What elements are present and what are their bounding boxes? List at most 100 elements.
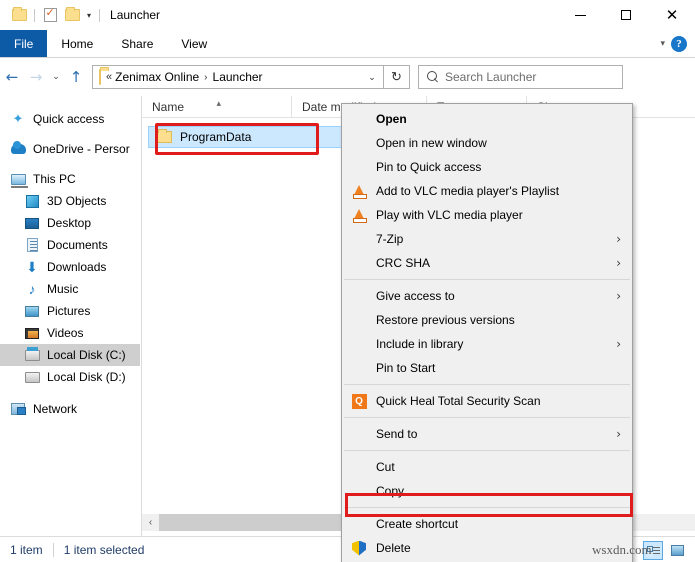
menu-item-delete[interactable]: Delete bbox=[342, 536, 632, 560]
breadcrumb[interactable]: « Zenimax Online › Launcher ⌄ bbox=[92, 65, 384, 89]
sidebar-item-desktop[interactable]: Desktop bbox=[0, 212, 140, 234]
sidebar-item-label: Pictures bbox=[47, 304, 90, 318]
qat-divider-1 bbox=[34, 9, 35, 22]
help-icon[interactable]: ? bbox=[671, 36, 687, 52]
sidebar-item-this-pc[interactable]: This PC bbox=[0, 168, 140, 190]
column-label: Name bbox=[152, 100, 184, 114]
tab-view[interactable]: View bbox=[167, 30, 221, 57]
breadcrumb-folder-icon bbox=[99, 70, 101, 84]
breadcrumb-dropdown-icon[interactable]: ⌄ bbox=[361, 72, 383, 83]
menu-item-include-in-library[interactable]: Include in library › bbox=[342, 332, 632, 356]
new-folder-icon[interactable] bbox=[61, 4, 83, 26]
large-icons-view-button[interactable] bbox=[667, 541, 687, 560]
column-header-name[interactable]: Name ▴ bbox=[142, 96, 292, 118]
menu-item-label: Include in library bbox=[376, 337, 463, 351]
refresh-button[interactable]: ↻ bbox=[384, 65, 410, 89]
menu-item-label: Open bbox=[376, 112, 407, 126]
sidebar-item-pictures[interactable]: Pictures bbox=[0, 300, 140, 322]
recent-locations-caret-icon[interactable]: ⌄ bbox=[48, 62, 64, 92]
menu-separator bbox=[344, 417, 630, 418]
cloud-icon bbox=[10, 141, 26, 157]
3d-objects-icon bbox=[24, 193, 40, 209]
menu-item-give-access-to[interactable]: Give access to › bbox=[342, 284, 632, 308]
menu-item-quick-heal-scan[interactable]: Q Quick Heal Total Security Scan bbox=[342, 389, 632, 413]
minimize-button[interactable] bbox=[557, 0, 603, 30]
sidebar-item-quick-access[interactable]: ✦ Quick access bbox=[0, 108, 140, 130]
tab-file[interactable]: File bbox=[0, 30, 47, 57]
menu-item-pin-to-quick-access[interactable]: Pin to Quick access bbox=[342, 155, 632, 179]
menu-separator bbox=[344, 384, 630, 385]
star-icon: ✦ bbox=[10, 111, 26, 127]
uac-shield-icon bbox=[351, 540, 367, 556]
menu-item-label: Play with VLC media player bbox=[376, 208, 523, 222]
tab-share[interactable]: Share bbox=[107, 30, 167, 57]
up-button[interactable]: ↑ bbox=[64, 62, 88, 92]
sidebar-item-documents[interactable]: Documents bbox=[0, 234, 140, 256]
menu-item-restore-previous-versions[interactable]: Restore previous versions bbox=[342, 308, 632, 332]
downloads-icon: ⬇ bbox=[24, 259, 40, 275]
menu-item-label: Cut bbox=[376, 460, 395, 474]
context-menu[interactable]: Open Open in new window Pin to Quick acc… bbox=[341, 103, 633, 562]
menu-item-send-to[interactable]: Send to › bbox=[342, 422, 632, 446]
breadcrumb-separator-icon: › bbox=[204, 72, 207, 83]
network-icon bbox=[10, 401, 26, 417]
menu-item-open-in-new-window[interactable]: Open in new window bbox=[342, 131, 632, 155]
address-bar: ← → ⌄ ↑ « Zenimax Online › Launcher ⌄ ↻ … bbox=[0, 58, 695, 96]
menu-item-crc-sha[interactable]: CRC SHA › bbox=[342, 251, 632, 275]
folder-icon[interactable] bbox=[8, 4, 30, 26]
menu-item-copy[interactable]: Copy bbox=[342, 479, 632, 503]
sidebar-item-label: Desktop bbox=[47, 216, 91, 230]
breadcrumb-overflow-icon[interactable]: « bbox=[106, 71, 112, 83]
pictures-icon bbox=[24, 303, 40, 319]
sidebar-item-local-disk-c[interactable]: Local Disk (C:) bbox=[0, 344, 140, 366]
status-item-count: 1 item bbox=[0, 543, 43, 557]
menu-item-play-with-vlc[interactable]: Play with VLC media player bbox=[342, 203, 632, 227]
back-button[interactable]: ← bbox=[0, 62, 24, 92]
menu-item-create-shortcut[interactable]: Create shortcut bbox=[342, 512, 632, 536]
menu-item-7-zip[interactable]: 7-Zip › bbox=[342, 227, 632, 251]
chevron-right-icon: › bbox=[616, 232, 621, 246]
menu-item-pin-to-start[interactable]: Pin to Start bbox=[342, 356, 632, 380]
title-bar: ▾ Launcher ✕ bbox=[0, 0, 695, 30]
menu-item-add-to-vlc-playlist[interactable]: Add to VLC media player's Playlist bbox=[342, 179, 632, 203]
sort-ascending-icon: ▴ bbox=[217, 92, 222, 114]
sidebar-item-label: Documents bbox=[47, 238, 108, 252]
music-icon: ♪ bbox=[24, 281, 40, 297]
menu-item-label: Delete bbox=[376, 541, 411, 555]
sidebar-item-label: Local Disk (C:) bbox=[47, 348, 126, 362]
sidebar-item-network[interactable]: Network bbox=[0, 398, 140, 420]
properties-icon[interactable] bbox=[39, 4, 61, 26]
sidebar-item-videos[interactable]: Videos bbox=[0, 322, 140, 344]
breadcrumb-item-launcher[interactable]: Launcher bbox=[213, 70, 263, 84]
navigation-pane: ✦ Quick access OneDrive - Persor This PC… bbox=[0, 96, 140, 536]
chevron-down-icon[interactable]: ▾ bbox=[660, 38, 665, 49]
menu-separator bbox=[344, 279, 630, 280]
status-divider bbox=[53, 543, 54, 557]
menu-item-label: Quick Heal Total Security Scan bbox=[376, 394, 541, 408]
breadcrumb-item-zenimax[interactable]: Zenimax Online bbox=[115, 70, 199, 84]
menu-item-cut[interactable]: Cut bbox=[342, 455, 632, 479]
tab-home[interactable]: Home bbox=[47, 30, 107, 57]
sidebar-item-music[interactable]: ♪ Music bbox=[0, 278, 140, 300]
close-button[interactable]: ✕ bbox=[649, 0, 695, 30]
sidebar-item-3d-objects[interactable]: 3D Objects bbox=[0, 190, 140, 212]
menu-item-open[interactable]: Open bbox=[342, 107, 632, 131]
folder-icon bbox=[157, 131, 172, 143]
search-input[interactable]: Search Launcher bbox=[418, 65, 623, 89]
scroll-left-icon[interactable]: ‹ bbox=[142, 514, 159, 531]
vlc-icon bbox=[351, 207, 367, 223]
desktop-icon bbox=[24, 215, 40, 231]
menu-separator bbox=[344, 507, 630, 508]
sidebar-item-downloads[interactable]: ⬇ Downloads bbox=[0, 256, 140, 278]
sidebar-item-local-disk-d[interactable]: Local Disk (D:) bbox=[0, 366, 140, 388]
menu-item-label: Restore previous versions bbox=[376, 313, 515, 327]
watermark: wsxdn.com bbox=[592, 542, 652, 558]
ribbon-tabs: File Home Share View bbox=[0, 30, 695, 57]
menu-item-label: Pin to Quick access bbox=[376, 160, 481, 174]
menu-item-label: CRC SHA bbox=[376, 256, 430, 270]
customize-caret-icon[interactable]: ▾ bbox=[83, 11, 95, 20]
sidebar-item-onedrive[interactable]: OneDrive - Persor bbox=[0, 138, 140, 160]
documents-icon bbox=[24, 237, 40, 253]
forward-button[interactable]: → bbox=[24, 62, 48, 92]
maximize-button[interactable] bbox=[603, 0, 649, 30]
